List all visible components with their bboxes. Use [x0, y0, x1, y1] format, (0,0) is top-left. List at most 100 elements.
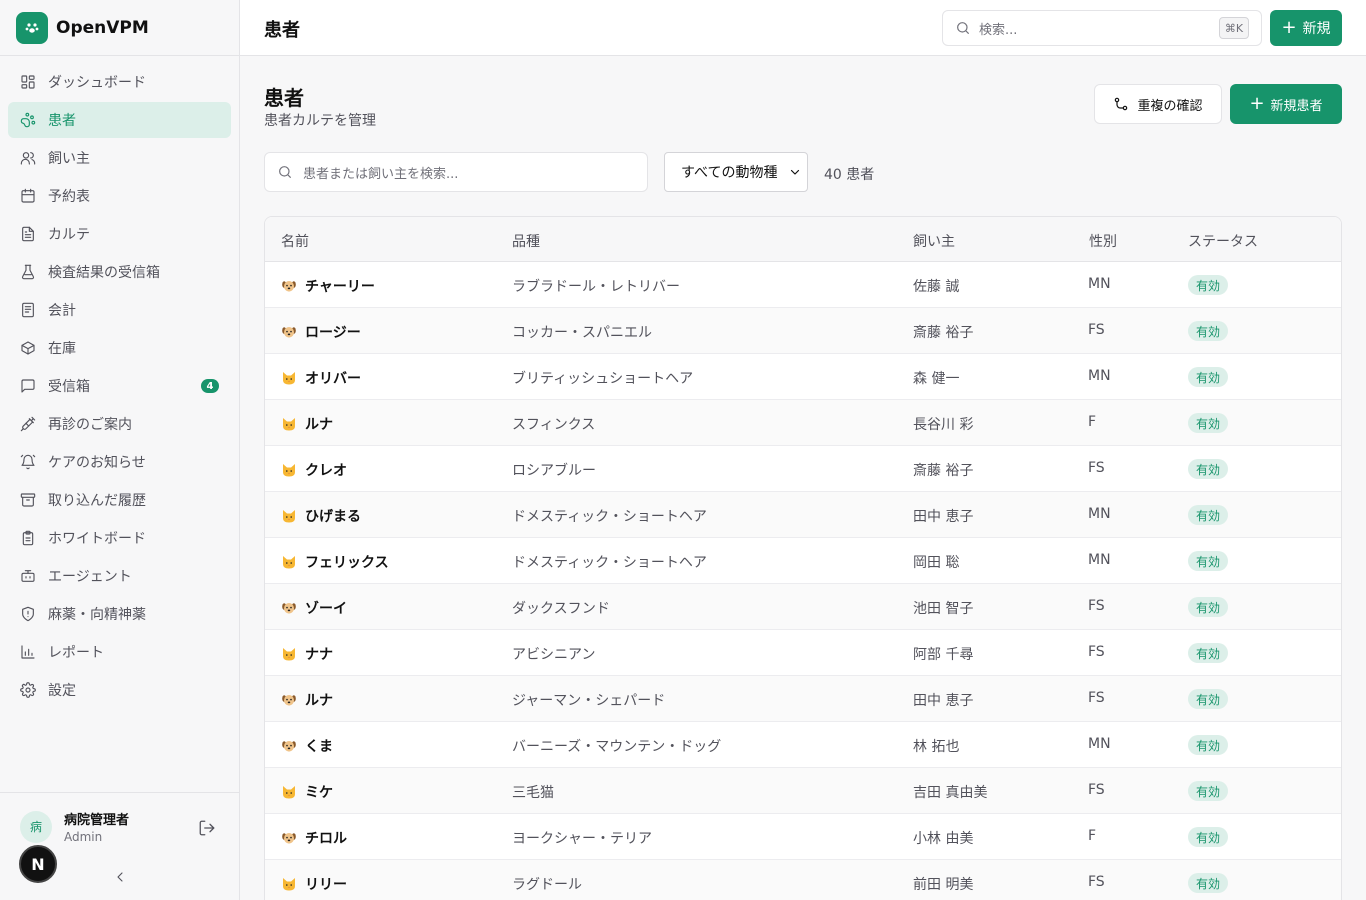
- brand[interactable]: OpenVPM: [0, 0, 239, 56]
- sex-cell: MN: [1088, 506, 1111, 522]
- sidebar-item-4[interactable]: カルテ: [8, 216, 231, 252]
- sidebar-item-10[interactable]: ケアのお知らせ: [8, 444, 231, 480]
- n-badge[interactable]: N: [19, 845, 57, 883]
- status-badge: 有効: [1188, 735, 1229, 755]
- table-row[interactable]: くま バーニーズ・マウンテン・ドッグ 林 拓也 MN 有効: [265, 722, 1341, 768]
- paw-icon: [20, 112, 36, 128]
- table-row[interactable]: ナナ アビシニアン 阿部 千尋 FS 有効: [265, 630, 1341, 676]
- sex-cell: F: [1088, 414, 1097, 430]
- owner-cell: 林 拓也: [913, 739, 960, 755]
- sex-cell: MN: [1088, 276, 1111, 292]
- sex-cell: MN: [1088, 368, 1111, 384]
- sidebar-item-label: 麻薬・向精神薬: [48, 607, 146, 623]
- table-header: 名前 品種 飼い主 性別 ステータス: [265, 217, 1341, 262]
- owner-cell: 斎藤 裕子: [913, 463, 974, 479]
- sidebar-item-8[interactable]: 受信箱 4: [8, 368, 231, 404]
- sidebar-item-14[interactable]: 麻薬・向精神薬: [8, 596, 231, 632]
- column-header-owner[interactable]: 飼い主: [913, 231, 955, 251]
- sidebar-item-11[interactable]: 取り込んだ履歴: [8, 482, 231, 518]
- patient-name-cell: ひげまる: [281, 506, 361, 526]
- breed-cell: ドメスティック・ショートヘア: [512, 555, 707, 571]
- shield-icon: [22, 606, 34, 622]
- cat-icon: [281, 416, 297, 432]
- owner-cell: 阿部 千尋: [913, 647, 974, 663]
- status-badge: 有効: [1188, 551, 1229, 571]
- column-header-name[interactable]: 名前: [281, 231, 309, 251]
- new-patient-button[interactable]: + 新規患者: [1230, 84, 1342, 124]
- table-row[interactable]: チャーリー ラブラドール・レトリバー 佐藤 誠 MN 有効: [265, 262, 1341, 308]
- sidebar-item-5[interactable]: 検査結果の受信箱: [8, 254, 231, 290]
- sidebar-item-0[interactable]: ダッシュボード: [8, 64, 231, 100]
- table-row[interactable]: ひげまる ドメスティック・ショートヘア 田中 恵子 MN 有効: [265, 492, 1341, 538]
- table-row[interactable]: ルナ ジャーマン・シェパード 田中 恵子 FS 有効: [265, 676, 1341, 722]
- sidebar-item-3[interactable]: 予約表: [8, 178, 231, 214]
- patient-search-input[interactable]: 患者または飼い主を検索...: [264, 152, 648, 192]
- table-row[interactable]: ミケ 三毛猫 吉田 真由美 FS 有効: [265, 768, 1341, 814]
- main-content: 患者 患者カルテを管理 重複の確認 + 新規患者 患者または飼い主を検索... …: [240, 56, 1366, 900]
- dog-icon: [281, 600, 297, 616]
- owner-cell: 前田 明美: [913, 877, 974, 893]
- check-duplicates-button[interactable]: 重複の確認: [1094, 84, 1222, 124]
- shortcut-hint: ⌘K: [1219, 17, 1249, 39]
- breed-cell: 三毛猫: [512, 785, 554, 801]
- owner-cell: 森 健一: [913, 371, 960, 387]
- cat-icon: [281, 508, 297, 524]
- table-row[interactable]: クレオ ロシアブルー 斎藤 裕子 FS 有効: [265, 446, 1341, 492]
- dog-icon: [281, 738, 297, 754]
- table-row[interactable]: ゾーイ ダックスフンド 池田 智子 FS 有効: [265, 584, 1341, 630]
- table-row[interactable]: リリー ラグドール 前田 明美 FS 有効: [265, 860, 1341, 900]
- table-row[interactable]: オリバー ブリティッシュショートヘア 森 健一 MN 有効: [265, 354, 1341, 400]
- patient-name-cell: ルナ: [281, 690, 333, 710]
- sex-cell: FS: [1088, 598, 1105, 614]
- check-duplicates-label: 重複の確認: [1137, 98, 1203, 114]
- sidebar-item-16[interactable]: 設定: [8, 672, 231, 708]
- breed-cell: ロシアブルー: [512, 463, 596, 479]
- species-select[interactable]: すべての動物種: [664, 152, 808, 192]
- message-icon: [21, 379, 35, 393]
- cat-icon: [281, 554, 297, 570]
- status-badge: 有効: [1188, 459, 1229, 479]
- table-row[interactable]: ルナ スフィンクス 長谷川 彩 F 有効: [265, 400, 1341, 446]
- owner-cell: 田中 恵子: [913, 509, 974, 525]
- patient-name-cell: チャーリー: [281, 276, 375, 296]
- sidebar-item-12[interactable]: ホワイトボード: [8, 520, 231, 556]
- owner-cell: 吉田 真由美: [913, 785, 988, 801]
- sidebar-item-6[interactable]: 会計: [8, 292, 231, 328]
- patient-name-cell: ゾーイ: [281, 598, 347, 618]
- logout-icon[interactable]: [198, 819, 216, 837]
- sex-cell: FS: [1088, 644, 1105, 660]
- sidebar-item-15[interactable]: レポート: [8, 634, 231, 670]
- plus-icon: +: [1249, 93, 1265, 114]
- chevron-down-icon: [789, 166, 801, 178]
- column-header-sex[interactable]: 性別: [1089, 231, 1117, 251]
- collapse-sidebar-icon[interactable]: [112, 869, 128, 885]
- dog-icon: [281, 324, 297, 340]
- search-icon: [279, 166, 291, 178]
- sidebar-item-1[interactable]: 患者: [8, 102, 231, 138]
- sidebar-item-2[interactable]: 飼い主: [8, 140, 231, 176]
- patient-name-cell: クレオ: [281, 460, 347, 480]
- avatar: 病: [20, 810, 52, 843]
- breed-cell: バーニーズ・マウンテン・ドッグ: [512, 739, 722, 755]
- column-header-breed[interactable]: 品種: [512, 231, 540, 251]
- column-header-status[interactable]: ステータス: [1188, 231, 1258, 251]
- owner-cell: 岡田 聡: [913, 555, 960, 571]
- user-profile[interactable]: 病 病院管理者 Admin: [20, 809, 129, 844]
- sidebar-item-label: 在庫: [48, 341, 76, 357]
- sidebar-item-13[interactable]: エージェント: [8, 558, 231, 594]
- owner-cell: 池田 智子: [913, 601, 974, 617]
- dog-icon: [281, 278, 297, 294]
- status-badge: 有効: [1188, 873, 1229, 893]
- species-select-value: すべての動物種: [681, 165, 778, 181]
- global-search-input[interactable]: 検索... ⌘K: [942, 10, 1262, 46]
- page-subtitle: 患者カルテを管理: [264, 113, 376, 129]
- sidebar: OpenVPM ダッシュボード 患者 飼い主 予約表 カルテ 検査結果の受信箱 会計在庫受信…: [0, 0, 240, 900]
- sidebar-item-7[interactable]: 在庫: [8, 330, 231, 366]
- table-row[interactable]: フェリックス ドメスティック・ショートヘア 岡田 聡 MN 有効: [265, 538, 1341, 584]
- table-row[interactable]: チロル ヨークシャー・テリア 小林 由美 F 有効: [265, 814, 1341, 860]
- new-button[interactable]: + 新規: [1270, 10, 1342, 46]
- sidebar-item-9[interactable]: 再診のご案内: [8, 406, 231, 442]
- breed-cell: コッカー・スパニエル: [512, 325, 652, 341]
- sidebar-item-label: レポート: [48, 645, 104, 661]
- table-row[interactable]: ロージー コッカー・スパニエル 斎藤 裕子 FS 有効: [265, 308, 1341, 354]
